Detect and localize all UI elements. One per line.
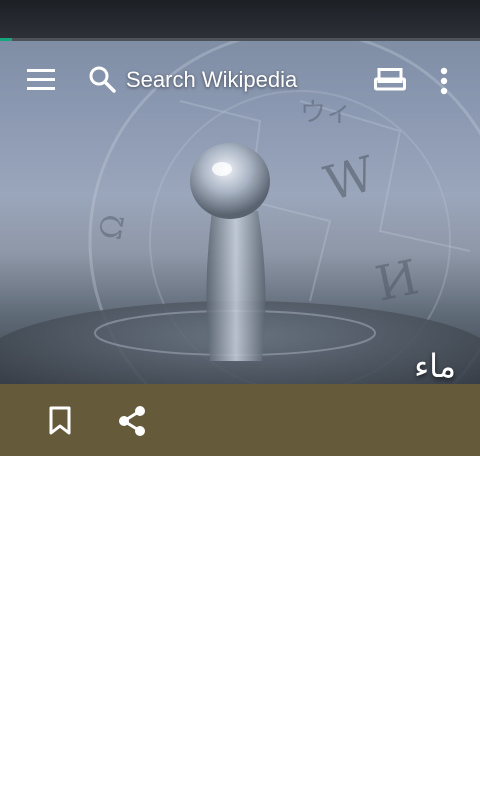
menu-button[interactable] (20, 61, 64, 99)
svg-text:И: И (371, 249, 424, 312)
bookmark-icon (49, 406, 71, 435)
search-icon (89, 66, 116, 93)
article-title: ماء (414, 347, 456, 384)
article-action-bar (0, 384, 480, 456)
status-bar (0, 0, 480, 38)
save-to-reading-list-button[interactable] (44, 404, 76, 438)
top-toolbar: Search Wikipedia (0, 41, 480, 119)
article-content (0, 456, 480, 800)
more-options-button[interactable] (430, 61, 458, 101)
tabs-icon (374, 68, 406, 91)
tabs-button[interactable] (370, 63, 410, 97)
svg-text:Ω: Ω (93, 212, 132, 243)
hamburger-menu-icon (27, 69, 55, 90)
more-vert-icon (440, 67, 448, 95)
search-button[interactable] (86, 63, 118, 95)
svg-text:W: W (319, 146, 382, 213)
share-button[interactable] (114, 403, 150, 439)
share-icon (119, 406, 145, 436)
search-field[interactable]: Search Wikipedia (126, 67, 297, 93)
